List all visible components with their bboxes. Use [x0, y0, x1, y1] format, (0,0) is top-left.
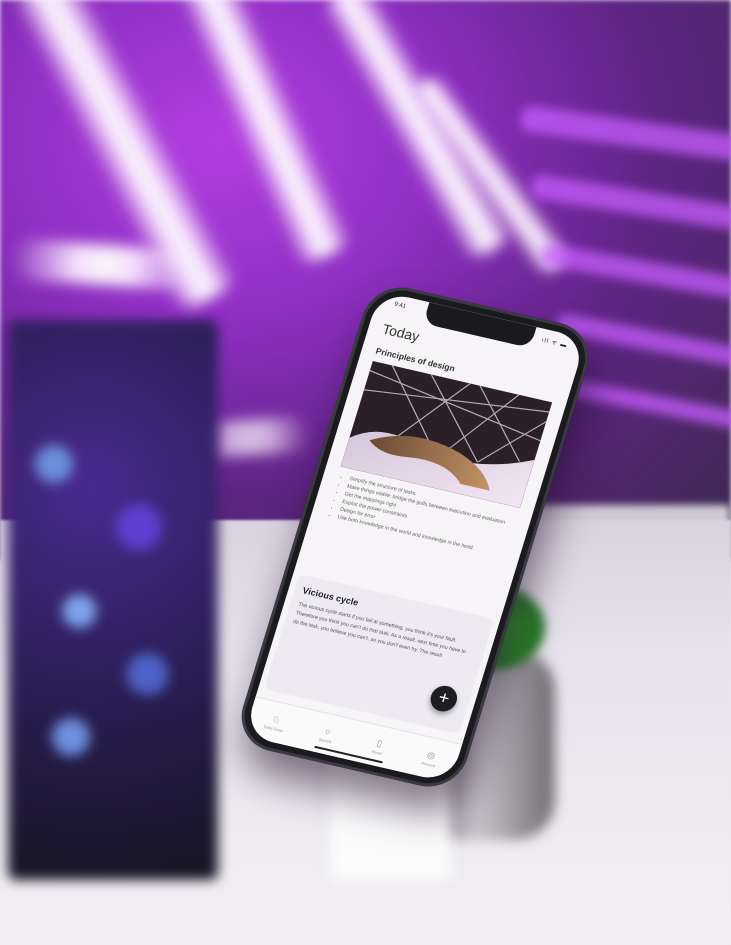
card-body: The vicious cycle starts if you fail at …: [292, 601, 467, 659]
account-icon: ◎: [426, 749, 437, 761]
phone-notch: [422, 302, 537, 349]
smartphone: 9:41 ıll ᯤ ▬ Today Principles of design: [232, 280, 598, 794]
status-icons: ıll ᯤ ▬: [540, 337, 569, 350]
status-time: 9:41: [393, 301, 407, 310]
book-icon: ▯: [375, 737, 384, 749]
knight-icon: ♘: [271, 713, 282, 725]
tab-label: Read: [371, 748, 383, 756]
tab-label: Daily Dose: [263, 723, 284, 733]
tab-account[interactable]: ◎ Account: [399, 733, 462, 783]
phone-container: 9:41 ıll ᯤ ▬ Today Principles of design: [0, 0, 731, 945]
page-title: Today: [380, 320, 422, 345]
tab-label: Account: [420, 759, 437, 768]
phone-screen: 9:41 ıll ᯤ ▬ Today Principles of design: [243, 290, 587, 784]
tab-label: Search: [318, 736, 333, 744]
search-icon: ○: [323, 725, 333, 737]
